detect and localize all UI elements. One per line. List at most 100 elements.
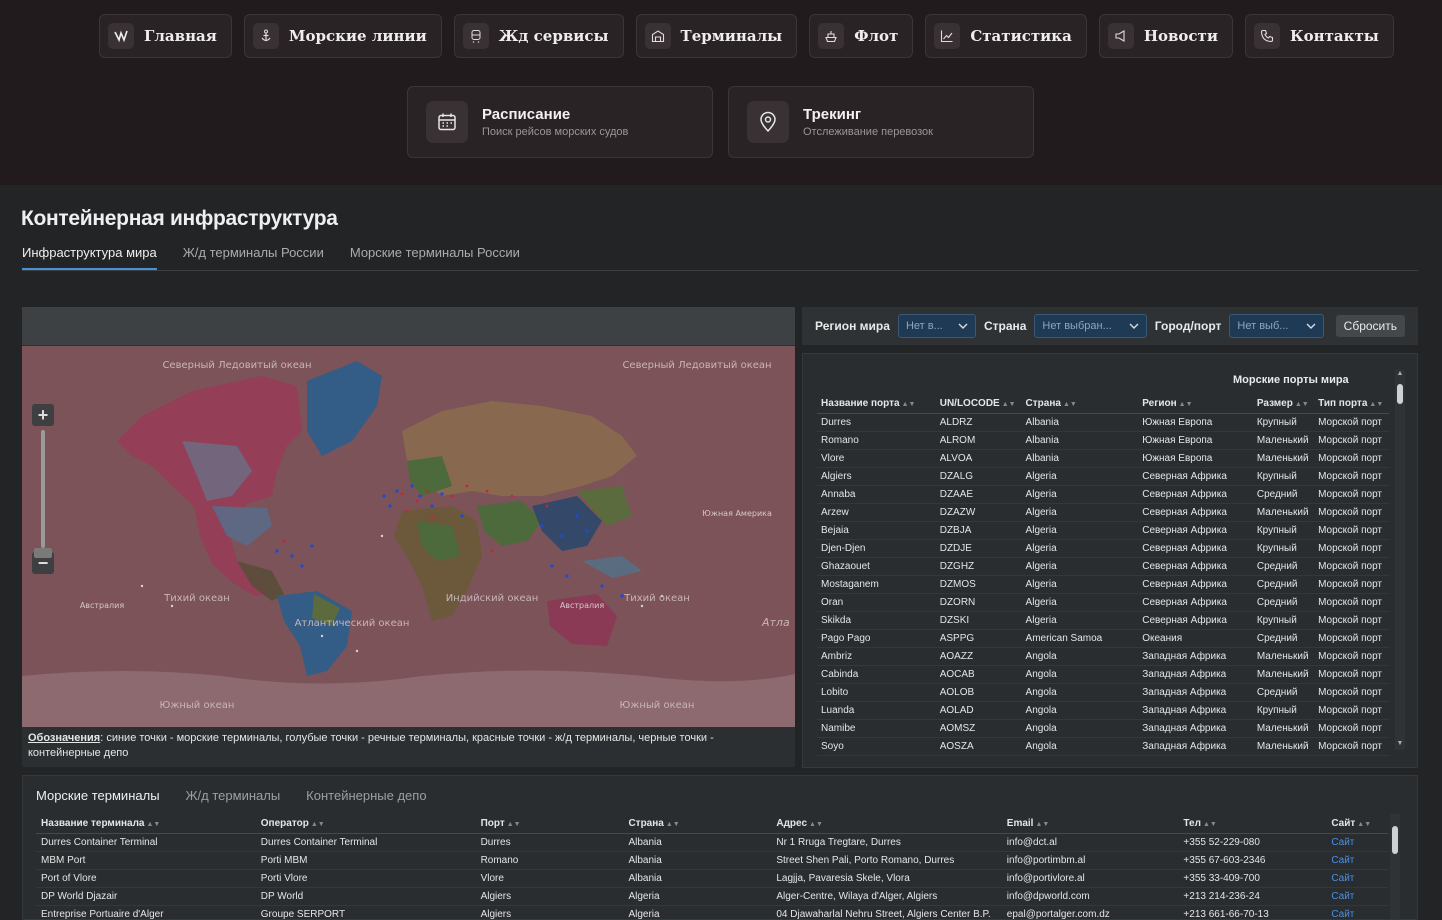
column-header[interactable]: Порт ▲▼ bbox=[475, 814, 624, 834]
nav-home-button[interactable]: Главная bbox=[99, 14, 232, 58]
reset-button[interactable]: Сбросить bbox=[1335, 315, 1405, 337]
terminals-scrollbar[interactable] bbox=[1390, 814, 1400, 919]
ports-table-header: Название порта ▲▼ UN/LOCODE ▲▼ Страна ▲▼ Регио… bbox=[817, 394, 1389, 414]
terminals-panel: Морские терминалы Ж/д терминалы Контейне… bbox=[22, 775, 1418, 920]
table-row[interactable]: Ghazaouet DZGHZ Algeria Северная Африка Сред… bbox=[817, 557, 1389, 576]
table-row[interactable]: Djen-Djen DZDJE Algeria Северная Африка Круп… bbox=[817, 539, 1389, 558]
table-row[interactable]: Pago Pago ASPPG American Samoa Океания Средн… bbox=[817, 629, 1389, 648]
table-row[interactable]: Port of Vlore Porti Vlore Vlore Albania Lagj… bbox=[36, 869, 1388, 888]
schedule-card[interactable]: Расписание Поиск рейсов морских судов bbox=[407, 86, 713, 158]
sort-icon[interactable]: ▲▼ bbox=[1357, 821, 1371, 828]
world-map[interactable]: Северный Ледовитый океан Северный Ледови… bbox=[22, 346, 795, 727]
column-header[interactable]: Название порта ▲▼ bbox=[817, 394, 936, 414]
table-row[interactable]: Durres ALDRZ Albania Южная Европа Крупный Мор… bbox=[817, 413, 1389, 432]
table-cell: Angola bbox=[1021, 647, 1139, 666]
sort-icon[interactable]: ▲▼ bbox=[1002, 401, 1016, 408]
table-row[interactable]: DP World Djazair DP World Algiers Algeria Al… bbox=[36, 887, 1388, 906]
sort-icon[interactable]: ▲▼ bbox=[1179, 401, 1193, 408]
column-header[interactable]: Страна ▲▼ bbox=[623, 814, 772, 834]
column-header[interactable]: Сайт ▲▼ bbox=[1326, 814, 1388, 834]
sort-icon[interactable]: ▲▼ bbox=[1063, 401, 1077, 408]
table-cell: Entreprise Portuaire d'Alger bbox=[36, 905, 256, 920]
column-header[interactable]: Тел ▲▼ bbox=[1178, 814, 1327, 834]
sort-icon[interactable]: ▲▼ bbox=[1035, 821, 1049, 828]
table-row[interactable]: Oran DZORN Algeria Северная Африка Средний Мо… bbox=[817, 593, 1389, 612]
city-label: Город/порт bbox=[1154, 319, 1222, 333]
column-header[interactable]: Регион ▲▼ bbox=[1138, 394, 1253, 414]
table-row[interactable]: Arzew DZAZW Algeria Северная Африка Маленьки… bbox=[817, 503, 1389, 522]
scroll-up-icon[interactable]: ▲ bbox=[1395, 370, 1405, 380]
main-content: Контейнерная инфраструктура Инфраструкту… bbox=[0, 185, 1442, 920]
sort-icon[interactable]: ▲▼ bbox=[311, 821, 325, 828]
sort-icon[interactable]: ▲▼ bbox=[809, 821, 823, 828]
table-row[interactable]: Skikda DZSKI Algeria Северная Африка Крупный… bbox=[817, 611, 1389, 630]
tab-russia-sea-terminals[interactable]: Морские терминалы России bbox=[350, 245, 520, 270]
tab-russia-rail-terminals[interactable]: Ж/д терминалы России bbox=[183, 245, 324, 270]
chevron-down-icon bbox=[1306, 323, 1316, 329]
sort-icon[interactable]: ▲▼ bbox=[1369, 401, 1383, 408]
table-row[interactable]: Algiers DZALG Algeria Северная Африка Крупны… bbox=[817, 467, 1389, 486]
table-row[interactable]: MBM Port Porti MBM Romano Albania Street She… bbox=[36, 851, 1388, 870]
table-row[interactable]: Durres Container Terminal Durres Containe… bbox=[36, 833, 1388, 852]
sort-icon[interactable]: ▲▼ bbox=[507, 821, 521, 828]
nav-terminals-button[interactable]: Терминалы bbox=[635, 14, 798, 58]
nav-contacts-button[interactable]: Контакты bbox=[1244, 14, 1394, 58]
table-row[interactable]: Namibe AOMSZ Angola Западная Африка Маленьки… bbox=[817, 719, 1389, 738]
terminals-table-body: Durres Container Terminal Durres Containe… bbox=[36, 833, 1388, 920]
sort-icon[interactable]: ▲▼ bbox=[146, 821, 160, 828]
nav-fleet-button[interactable]: Флот bbox=[809, 14, 914, 58]
table-row[interactable]: Romano ALROM Albania Южная Европа Маленький М… bbox=[817, 431, 1389, 450]
scroll-down-icon[interactable]: ▼ bbox=[1395, 740, 1405, 750]
column-header[interactable]: Email ▲▼ bbox=[1001, 814, 1179, 834]
tab-sea-terminals[interactable]: Морские терминалы bbox=[36, 788, 160, 803]
sort-icon[interactable]: ▲▼ bbox=[1295, 401, 1309, 408]
table-row[interactable]: Soyo AOSZA Angola Западная Африка Маленький М… bbox=[817, 737, 1389, 756]
table-cell: Средний bbox=[1252, 593, 1315, 612]
site-link[interactable]: Сайт bbox=[1326, 887, 1388, 906]
sort-icon[interactable]: ▲▼ bbox=[666, 821, 680, 828]
table-row[interactable]: Cabinda AOCAB Angola Западная Африка Маленьк… bbox=[817, 665, 1389, 684]
tab-rail-terminals[interactable]: Ж/д терминалы bbox=[186, 788, 281, 803]
ports-scrollbar[interactable]: ▲ ▼ bbox=[1395, 370, 1405, 750]
nav-statistics-button[interactable]: Статистика bbox=[925, 14, 1087, 58]
scroll-thumb[interactable] bbox=[1392, 826, 1398, 854]
region-select[interactable]: Нет в... bbox=[897, 314, 976, 338]
site-link[interactable]: Сайт bbox=[1326, 869, 1388, 888]
city-select[interactable]: Нет выб... bbox=[1229, 314, 1324, 338]
column-header[interactable]: Оператор ▲▼ bbox=[255, 814, 476, 834]
column-header[interactable]: Название терминала ▲▼ bbox=[36, 814, 256, 834]
table-row[interactable]: Ambriz AOAZZ Angola Западная Африка Маленьки… bbox=[817, 647, 1389, 666]
tab-world-infrastructure[interactable]: Инфраструктура мира bbox=[22, 245, 157, 270]
region-select-value: Нет в... bbox=[905, 320, 943, 332]
terminals-table-header: Название терминала ▲▼ Оператор ▲▼ Порт ▲▼ Стра… bbox=[36, 814, 1388, 834]
table-cell: Крупный bbox=[1252, 413, 1315, 432]
column-header[interactable]: Адрес ▲▼ bbox=[771, 814, 1002, 834]
table-row[interactable]: Bejaia DZBJA Algeria Северная Африка Крупный… bbox=[817, 521, 1389, 540]
table-row[interactable]: Lobito AOLOB Angola Западная Африка Средний М… bbox=[817, 683, 1389, 702]
table-row[interactable]: Annaba DZAAE Algeria Северная Африка Средний… bbox=[817, 485, 1389, 504]
table-row[interactable]: Mostaganem DZMOS Algeria Северная Африка Сре… bbox=[817, 575, 1389, 594]
sort-icon[interactable]: ▲▼ bbox=[902, 401, 916, 408]
tracking-card[interactable]: Трекинг Отслеживание перевозок bbox=[728, 86, 1034, 158]
nav-news-button[interactable]: Новости bbox=[1098, 14, 1233, 58]
country-select[interactable]: Нет выбран... bbox=[1034, 314, 1147, 338]
column-header[interactable]: Размер ▲▼ bbox=[1252, 394, 1315, 414]
site-link[interactable]: Сайт bbox=[1326, 851, 1388, 870]
scroll-thumb[interactable] bbox=[1397, 384, 1403, 404]
zoom-in-button[interactable]: + bbox=[32, 404, 54, 426]
nav-rail-services-button[interactable]: Жд сервисы bbox=[453, 14, 624, 58]
table-cell: Algeria bbox=[1021, 539, 1139, 558]
zoom-slider[interactable] bbox=[34, 430, 52, 558]
site-link[interactable]: Сайт bbox=[1326, 905, 1388, 920]
site-link[interactable]: Сайт bbox=[1326, 833, 1388, 852]
table-row[interactable]: Vlore ALVOA Albania Южная Европа Маленький Мо… bbox=[817, 449, 1389, 468]
sort-icon[interactable]: ▲▼ bbox=[1203, 821, 1217, 828]
zoom-slider-handle[interactable] bbox=[34, 548, 52, 558]
column-header[interactable]: UN/LOCODE ▲▼ bbox=[935, 394, 1022, 414]
table-row[interactable]: Entreprise Portuaire d'Alger Groupe SERPO… bbox=[36, 905, 1388, 920]
tab-container-depots[interactable]: Контейнерные депо bbox=[306, 788, 426, 803]
nav-sea-lines-button[interactable]: Морские линии bbox=[243, 14, 442, 58]
column-header[interactable]: Тип порта ▲▼ bbox=[1314, 394, 1389, 414]
table-row[interactable]: Luanda AOLAD Angola Западная Африка Крупный М… bbox=[817, 701, 1389, 720]
column-header[interactable]: Страна ▲▼ bbox=[1021, 394, 1139, 414]
